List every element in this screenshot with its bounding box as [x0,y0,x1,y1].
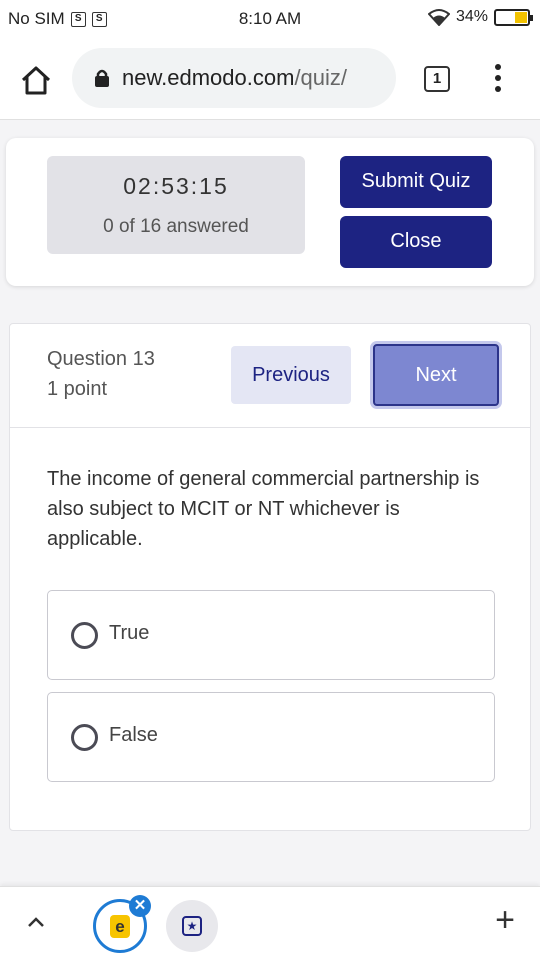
lock-icon [95,69,109,87]
browser-toolbar: new.edmodo.com/quiz/ 1 [0,36,540,120]
chevron-up-icon[interactable] [26,913,46,933]
bookmark-star-icon: ★ [182,916,202,936]
close-button[interactable]: Close [340,216,492,268]
question-header: Question 13 1 point Previous Next [10,324,530,428]
previous-button[interactable]: Previous [231,346,351,404]
new-tab-plus-icon[interactable]: + [490,903,520,937]
battery-icon [494,8,533,26]
tab-switcher-button[interactable]: 1 [424,66,450,92]
radio-button[interactable] [71,622,98,649]
timer-box: 02:53:15 0 of 16 answered [47,156,305,254]
submit-quiz-button[interactable]: Submit Quiz [340,156,492,208]
quiz-status-card: 02:53:15 0 of 16 answered Submit Quiz Cl… [6,138,534,286]
question-points: 1 point [47,378,108,400]
next-button[interactable]: Next [373,344,499,406]
wifi-icon [427,9,450,26]
tab-strip: e ✕ ★ + [0,886,540,960]
answered-count: 0 of 16 answered [103,216,249,237]
radio-button[interactable] [71,724,98,751]
battery-percent: 34% [455,8,488,25]
answer-option-true[interactable]: True [47,590,495,680]
option-label: True [109,622,150,644]
url-path: /quiz/ [294,65,348,90]
answer-option-false[interactable]: False [47,692,495,782]
question-text: The income of general commercial partner… [47,468,480,550]
question-number: Question 13 [47,348,155,370]
home-icon[interactable] [18,62,54,98]
address-bar[interactable]: new.edmodo.com/quiz/ [72,48,396,108]
quiz-timer: 02:53:15 [123,173,229,199]
edmodo-logo-icon: e [110,915,130,938]
close-tab-icon[interactable]: ✕ [129,895,151,917]
question-card: Question 13 1 point Previous Next The in… [9,323,531,831]
other-tab[interactable]: ★ [166,900,218,952]
status-bar: No SIM S S 8:10 AM 34% [0,0,540,36]
url-host: new.edmodo.com [122,65,295,90]
more-options-icon[interactable] [490,64,506,94]
option-label: False [109,724,158,746]
